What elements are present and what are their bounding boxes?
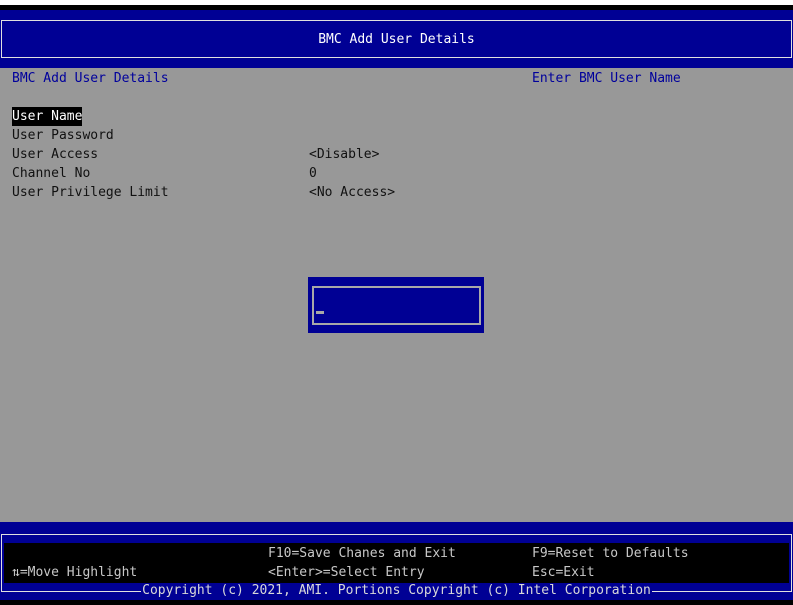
channel-no-value[interactable]: 0 (309, 164, 317, 183)
key-help-exit: Esc=Exit (532, 565, 595, 580)
key-help-move: ⇅=Move Highlight (12, 565, 138, 580)
key-help-save: F10=Save Chanes and Exit (268, 546, 456, 561)
privilege-limit-value[interactable]: <No Access> (309, 183, 395, 202)
help-text: Enter BMC User Name (532, 71, 681, 86)
menu-item-user-access[interactable]: User Access (12, 145, 98, 164)
menu-item-user-name[interactable]: User Name (12, 107, 83, 126)
top-strip (0, 0, 793, 5)
menu-item-user-privilege-limit[interactable]: User Privilege Limit (12, 183, 169, 202)
copyright-line: Copyright (c) 2021, AMI. Portions Copyri… (0, 581, 793, 600)
section-title: BMC Add User Details (12, 71, 169, 86)
copyright-text: Copyright (c) 2021, AMI. Portions Copyri… (141, 583, 652, 598)
text-cursor (316, 311, 324, 314)
menu-item-channel-no[interactable]: Channel No (12, 164, 90, 183)
page-title: BMC Add User Details (318, 32, 475, 47)
key-help-select: <Enter>=Select Entry (268, 565, 425, 580)
key-help-reset: F9=Reset to Defaults (532, 546, 689, 561)
user-name-input[interactable] (312, 286, 481, 325)
menu-item-user-password[interactable]: User Password (12, 126, 114, 145)
user-access-value[interactable]: <Disable> (309, 145, 379, 164)
